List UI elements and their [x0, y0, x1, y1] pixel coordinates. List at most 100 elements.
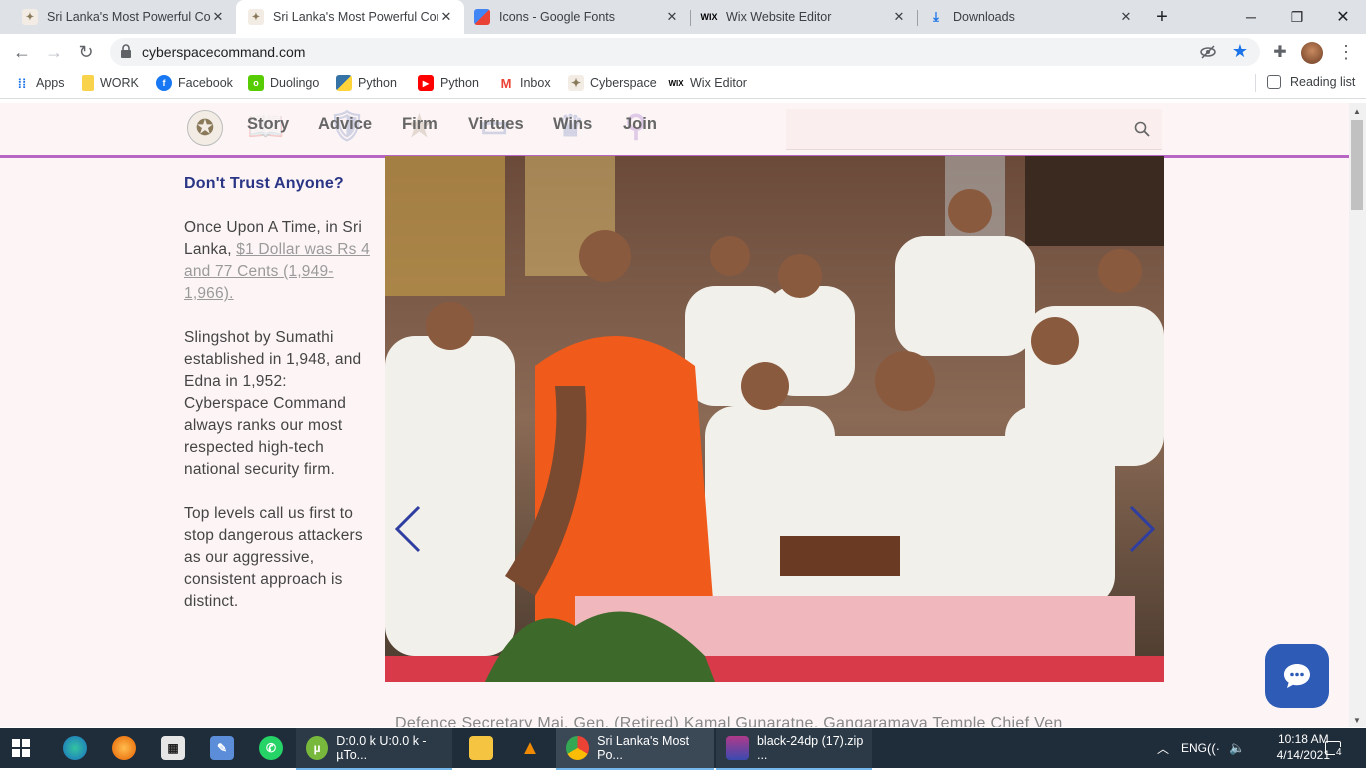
nav-advice[interactable]: 🛡 Advice — [318, 110, 372, 143]
bookmark-python-youtube[interactable]: ▶ Python — [418, 75, 479, 91]
close-icon[interactable]: ✕ — [210, 9, 226, 25]
avatar[interactable] — [1301, 42, 1323, 64]
bookmark-wix-editor[interactable]: WIX Wix Editor — [668, 75, 747, 91]
bookmark-label: Cyberspace — [590, 76, 657, 90]
bookmark-cyberspace[interactable]: ✦ Cyberspace — [568, 75, 657, 91]
photo-slideshow[interactable] — [385, 156, 1164, 682]
wix-icon: WIX — [700, 12, 718, 22]
address-bar[interactable]: cyberspacecommand.com ★ — [110, 38, 1260, 66]
tab-4[interactable]: WIX Wix Website Editor ✕ — [691, 0, 917, 34]
close-icon[interactable]: ✕ — [664, 9, 680, 25]
bookmark-facebook[interactable]: f Facebook — [156, 75, 233, 91]
tab-5[interactable]: ⤓ Downloads ✕ — [918, 0, 1144, 34]
show-hidden-icons[interactable]: ︿ — [1157, 728, 1169, 768]
menu-kebab-icon[interactable]: ⋮ — [1332, 38, 1360, 66]
intro-heading: Don't Trust Anyone? — [184, 175, 344, 192]
extensions-icon[interactable]: ✚ — [1266, 38, 1294, 66]
web-page: ✪ 📖 Story 🛡 Advice ★ Firm ▭ Virtues ♛ Wi… — [0, 103, 1349, 727]
tab-title: Wix Website Editor — [726, 10, 832, 24]
windows-taskbar: ▦ ✎ ✆ µ D:0.0 k U:0.0 k - µTo... ▲ Sri L… — [0, 728, 1366, 770]
bookmark-work[interactable]: WORK — [82, 75, 139, 91]
facebook-icon: f — [156, 75, 172, 91]
clock-time: 10:18 AM — [1277, 732, 1329, 746]
close-icon[interactable]: ✕ — [438, 9, 454, 25]
youtube-icon: ▶ — [418, 75, 434, 91]
firefox-icon[interactable] — [112, 728, 136, 768]
tab-3[interactable]: Icons - Google Fonts ✕ — [464, 0, 690, 34]
minimize-icon[interactable]: ─ — [1228, 0, 1274, 34]
windows-start-icon[interactable] — [12, 728, 30, 768]
reading-list-icon — [1267, 75, 1281, 89]
site-logo[interactable]: ✪ — [187, 110, 223, 146]
volume-icon[interactable]: 🔈 — [1229, 728, 1245, 768]
photo-caption: Defence Secretary Maj. Gen. (Retired) Ka… — [395, 715, 1063, 727]
nav-virtues[interactable]: ▭ Virtues — [468, 110, 524, 143]
scroll-down-icon[interactable]: ▼ — [1353, 716, 1361, 725]
site-search-field[interactable] — [786, 109, 1162, 150]
bookmark-label: Duolingo — [270, 76, 320, 90]
scrollbar-thumb[interactable] — [1351, 120, 1363, 210]
calculator-icon[interactable]: ▦ — [161, 728, 185, 768]
taskbar-clock[interactable]: 10:18 AM 4/14/2021 — [1277, 731, 1330, 763]
close-icon[interactable]: ✕ — [1118, 9, 1134, 25]
whatsapp-icon[interactable]: ✆ — [259, 728, 283, 768]
eye-off-icon[interactable] — [1200, 44, 1216, 60]
intro-paragraph-2: Slingshot by Sumathi established in 1,94… — [184, 329, 362, 478]
intro-paragraph-1: Once Upon A Time, in Sri Lanka, $1 Dolla… — [184, 219, 370, 302]
folder-icon — [82, 75, 94, 91]
tab-title: Sri Lanka's Most Powerful Corp — [273, 10, 438, 24]
restore-icon[interactable]: ❐ — [1274, 0, 1320, 34]
taskbar-app-winrar[interactable]: black-24dp (17).zip ... — [716, 728, 872, 770]
file-explorer-icon[interactable] — [469, 728, 493, 768]
nav-story[interactable]: 📖 Story — [247, 110, 289, 143]
nav-join[interactable]: ⚲ Join — [623, 110, 657, 143]
chat-button[interactable] — [1265, 644, 1329, 708]
event-photo — [385, 156, 1164, 682]
language-indicator[interactable]: ENG — [1181, 728, 1207, 768]
bookmark-python[interactable]: Python — [336, 75, 397, 91]
nav-firm[interactable]: ★ Firm — [402, 110, 438, 143]
page-scrollbar[interactable]: ▲ ▼ — [1349, 103, 1366, 727]
bookmark-divider — [1255, 74, 1256, 92]
chrome-icon — [566, 736, 590, 760]
chat-bubble-icon — [1284, 664, 1310, 688]
bookmark-duolingo[interactable]: o Duolingo — [248, 75, 319, 91]
reload-icon[interactable]: ↻ — [72, 38, 100, 66]
close-window-icon[interactable]: ✕ — [1320, 0, 1366, 34]
bookmark-label: WORK — [100, 76, 139, 90]
utorrent-icon: µ — [306, 736, 329, 760]
search-icon[interactable] — [1134, 121, 1150, 137]
star-logo-icon: ✦ — [22, 9, 38, 25]
new-tab-button[interactable]: + — [1142, 0, 1182, 34]
intro-column: Don't Trust Anyone? Once Upon A Time, in… — [184, 173, 374, 635]
nav-wins[interactable]: ♛ Wins — [553, 110, 592, 143]
site-header: ✪ 📖 Story 🛡 Advice ★ Firm ▭ Virtues ♛ Wi… — [0, 103, 1349, 158]
bookmark-label: Wix Editor — [690, 76, 747, 90]
slideshow-prev-arrow[interactable] — [393, 504, 423, 554]
wifi-icon[interactable]: ((· — [1207, 728, 1220, 768]
google-fonts-icon — [474, 9, 490, 25]
bookmark-label: Facebook — [178, 76, 233, 90]
paint-icon[interactable]: ✎ — [210, 728, 234, 768]
tab-2-active[interactable]: ✦ Sri Lanka's Most Powerful Corp ✕ — [236, 0, 464, 34]
reading-list-button[interactable]: Reading list — [1267, 75, 1355, 89]
back-icon[interactable]: ← — [8, 38, 36, 66]
vlc-icon[interactable]: ▲ — [518, 728, 542, 768]
edge-icon[interactable] — [63, 728, 87, 768]
scroll-up-icon[interactable]: ▲ — [1353, 107, 1361, 116]
bookmark-star-icon[interactable]: ★ — [1232, 41, 1248, 62]
bookmark-label: Python — [358, 76, 397, 90]
slideshow-next-arrow[interactable] — [1127, 504, 1157, 554]
close-icon[interactable]: ✕ — [891, 9, 907, 25]
gmail-icon: M — [500, 75, 512, 91]
bookmark-apps[interactable]: ⁞⁞ Apps — [14, 75, 65, 91]
tab-1[interactable]: ✦ Sri Lanka's Most Powerful Corp ✕ — [0, 0, 236, 34]
bookmarks-bar: ⁞⁞ Apps WORK f Facebook o Duolingo Pytho… — [0, 70, 1366, 99]
taskbar-app-utorrent[interactable]: µ D:0.0 k U:0.0 k - µTo... — [296, 728, 452, 770]
python-icon — [336, 75, 352, 91]
notification-center-icon[interactable]: 4 — [1325, 728, 1349, 768]
notification-count: 4 — [1335, 746, 1343, 758]
forward-icon[interactable]: → — [40, 38, 68, 66]
taskbar-app-chrome[interactable]: Sri Lanka's Most Po... — [556, 728, 714, 770]
bookmark-inbox[interactable]: M Inbox — [498, 75, 551, 91]
